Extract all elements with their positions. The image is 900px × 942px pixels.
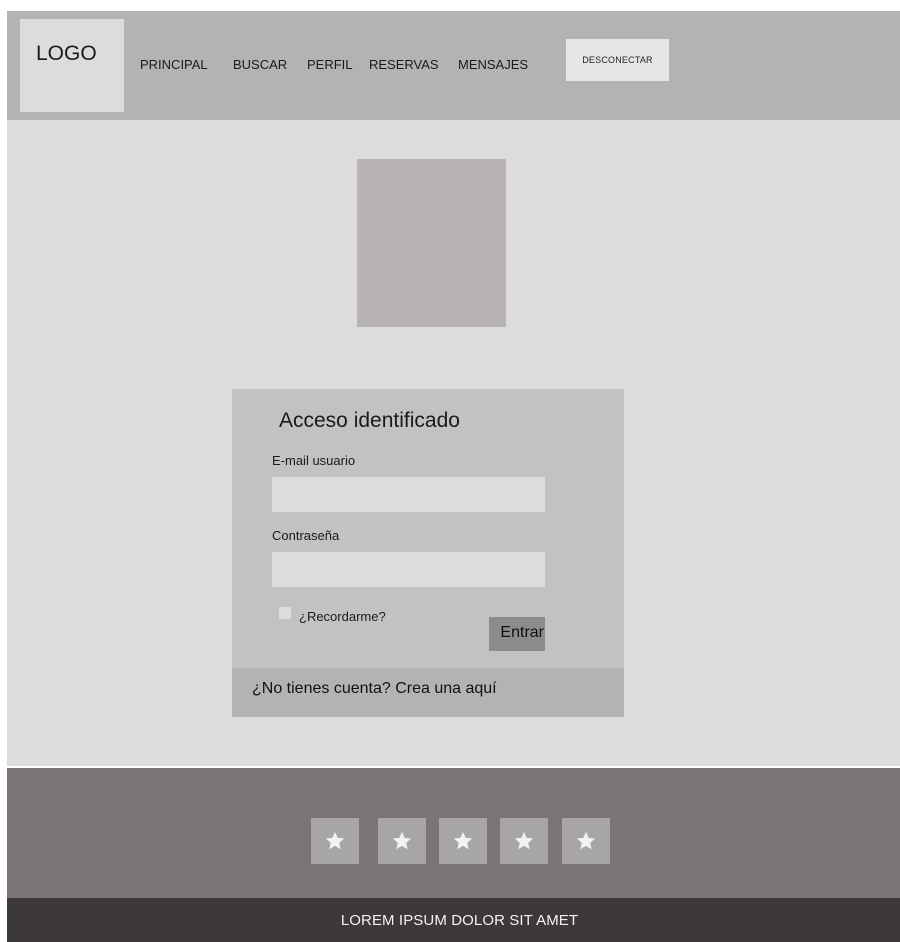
star-icon[interactable] [378,818,426,864]
login-title: Acceso identificado [279,409,460,432]
bottom-bar: LOREM IPSUM DOLOR SIT AMET [7,898,900,942]
signup-link[interactable]: ¿No tienes cuenta? Crea una aquí [252,680,497,698]
logout-button[interactable]: DESCONECTAR [566,39,669,81]
star-icon[interactable] [439,818,487,864]
star-icon[interactable] [311,818,359,864]
nav-item-mensajes[interactable]: MENSAJES [458,57,528,73]
star-icon[interactable] [500,818,548,864]
nav-item-principal[interactable]: PRINCIPAL [140,57,208,73]
submit-button[interactable]: Entrar [489,617,545,651]
footer [7,768,900,898]
signup-bar: ¿No tienes cuenta? Crea una aquí [232,668,624,717]
header: LOGO PRINCIPAL BUSCAR PERFIL RESERVAS ME… [7,11,900,120]
password-field[interactable] [272,552,545,587]
nav-item-perfil[interactable]: PERFIL [307,57,353,73]
password-label: Contraseña [272,528,340,543]
star-icon[interactable] [562,818,610,864]
footer-text: LOREM IPSUM DOLOR SIT AMET [340,912,579,929]
nav-item-reservas[interactable]: RESERVAS [369,57,439,73]
login-card: Acceso identificado E-mail usuario Contr… [232,389,624,717]
email-field[interactable] [272,477,545,512]
nav-item-buscar[interactable]: BUSCAR [233,57,287,73]
logo[interactable]: LOGO [20,19,124,112]
image-placeholder [357,159,506,327]
page: LOGO PRINCIPAL BUSCAR PERFIL RESERVAS ME… [7,11,900,942]
email-label: E-mail usuario [272,453,356,468]
remember-checkbox[interactable] [279,607,291,619]
remember-label: ¿Recordarme? [299,609,386,624]
